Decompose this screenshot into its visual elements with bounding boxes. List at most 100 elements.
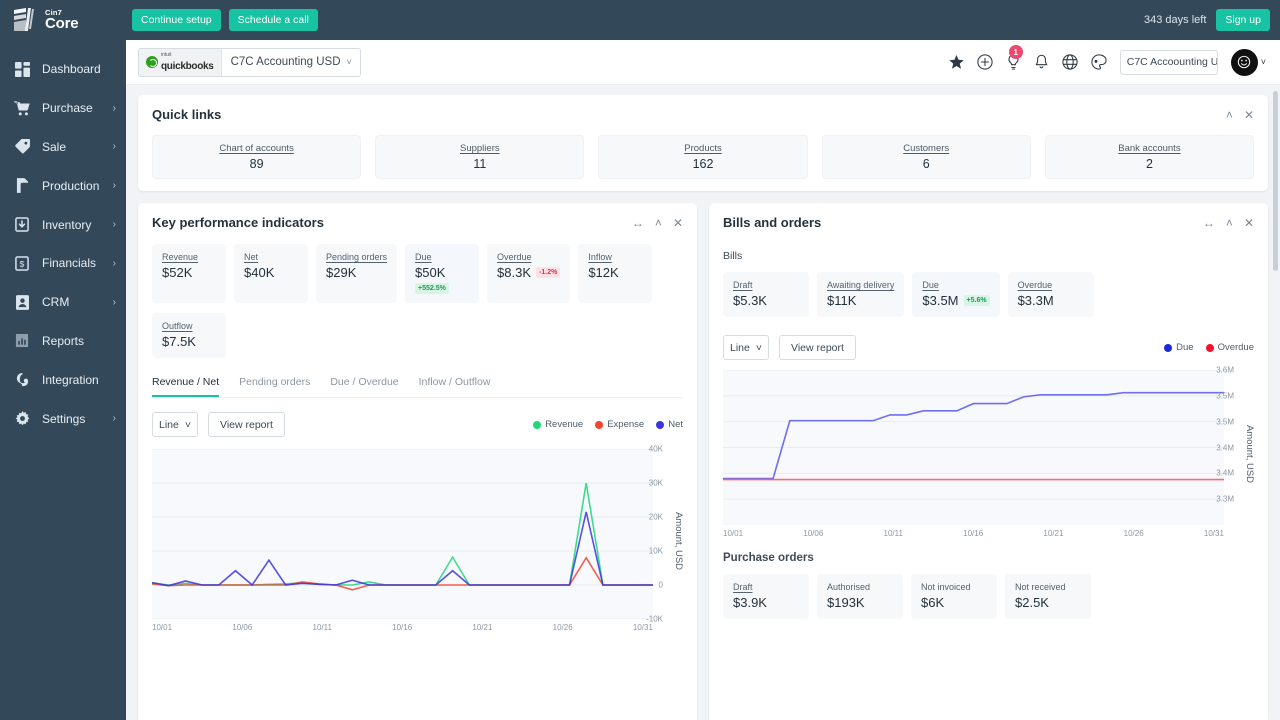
- sidebar-item-crm[interactable]: CRM ›: [0, 283, 126, 322]
- kpi-due[interactable]: Due $50K +552.5%: [405, 244, 480, 303]
- ytick-label: 10K: [648, 546, 663, 556]
- bills-section-label: Bills: [723, 250, 743, 262]
- ytick-label: 30K: [648, 478, 663, 488]
- collapse-icon[interactable]: ˄: [655, 217, 662, 229]
- quick-link-suppliers[interactable]: Suppliers 11: [375, 135, 585, 179]
- tab-inflow-outflow[interactable]: Inflow / Outflow: [419, 376, 491, 397]
- kpi-view-report-button[interactable]: View report: [208, 412, 285, 437]
- kpi-net[interactable]: Net $40K: [234, 244, 308, 303]
- po-not-invoiced[interactable]: Not invoiced $6K: [911, 574, 997, 619]
- legend-dot: [1164, 343, 1173, 352]
- kpi-value: $52K: [162, 265, 193, 280]
- top-bar-right: 343 days left Sign up: [1144, 9, 1270, 31]
- sidebar-item-purchase[interactable]: Purchase ›: [0, 89, 126, 128]
- ytick-label: 3.3M: [1216, 494, 1234, 504]
- xtick-label: 10/31: [1203, 529, 1224, 538]
- tile-label: Bank accounts: [1118, 143, 1181, 154]
- sign-up-button[interactable]: Sign up: [1216, 9, 1270, 31]
- bills-chart-type-select[interactable]: Line ˅: [723, 335, 769, 360]
- po-not-received[interactable]: Not received $2.5K: [1005, 574, 1091, 619]
- schedule-call-button[interactable]: Schedule a call: [228, 9, 318, 31]
- close-icon[interactable]: ✕: [1244, 217, 1254, 229]
- bills-chart[interactable]: 10/01 10/06 10/11 10/16 10/21 10/26 10/31: [723, 370, 1224, 538]
- theme-icon[interactable]: [1091, 54, 1107, 70]
- bill-awaiting-delivery[interactable]: Awaiting delivery $11K: [817, 272, 905, 317]
- brand-logo[interactable]: Cin7 Core: [0, 0, 126, 40]
- kpi-pending-orders[interactable]: Pending orders $29K: [316, 244, 398, 303]
- tile-value: 11: [473, 157, 487, 171]
- collapse-icon[interactable]: ˄: [1226, 109, 1233, 121]
- trial-days-left: 343 days left: [1144, 14, 1207, 26]
- legend-item-due[interactable]: Due: [1164, 342, 1194, 353]
- bill-due[interactable]: Due $3.5M +5.6%: [912, 272, 1000, 317]
- kpi-chart-type-select[interactable]: Line ˅: [152, 412, 198, 437]
- kpi-value: $50K: [415, 265, 446, 280]
- tab-due-overdue[interactable]: Due / Overdue: [330, 376, 398, 397]
- dashboard-icon: [12, 61, 32, 77]
- globe-icon[interactable]: [1062, 54, 1078, 70]
- sidebar-item-inventory[interactable]: Inventory ›: [0, 205, 126, 244]
- quickbooks-connector-select[interactable]: intuit quickbooks C7C Accounting USD ˅: [138, 47, 361, 77]
- sidebar-item-reports[interactable]: Reports: [0, 322, 126, 361]
- sidebar-item-financials[interactable]: $ Financials ›: [0, 244, 126, 283]
- kpi-overdue[interactable]: Overdue $8.3K -1.2%: [487, 244, 571, 303]
- close-icon[interactable]: ✕: [1244, 109, 1254, 121]
- scrollbar-thumb[interactable]: [1273, 91, 1278, 271]
- sidebar: Cin7 Core Dashboard Purchase › Sale › Pr…: [0, 0, 126, 720]
- legend-item-revenue[interactable]: Revenue: [533, 419, 583, 430]
- user-menu[interactable]: ˅: [1230, 48, 1266, 76]
- po-draft[interactable]: Draft $3.9K: [723, 574, 809, 619]
- kpi-label: Inflow: [588, 252, 612, 262]
- quick-link-products[interactable]: Products 162: [598, 135, 808, 179]
- bill-draft[interactable]: Draft $5.3K: [723, 272, 809, 317]
- avatar: [1230, 48, 1258, 76]
- quick-link-customers[interactable]: Customers 6: [821, 135, 1031, 179]
- legend-item-overdue[interactable]: Overdue: [1205, 342, 1254, 353]
- tab-pending-orders[interactable]: Pending orders: [239, 376, 310, 397]
- bill-overdue[interactable]: Overdue $3.3M: [1007, 272, 1094, 317]
- sidebar-item-label: Purchase: [42, 101, 93, 116]
- xtick-label: 10/01: [723, 529, 744, 538]
- chevron-right-icon: ›: [112, 180, 116, 192]
- kpi-value: $3.9K: [733, 595, 767, 610]
- resize-icon[interactable]: ↔: [632, 217, 644, 229]
- kpi-legend: Revenue Expense Net: [533, 419, 683, 430]
- collapse-icon[interactable]: ˄: [1226, 217, 1233, 229]
- organisation-select[interactable]: C7C Accoounting U... ˅: [1119, 49, 1218, 75]
- kpi-label: Revenue: [162, 252, 199, 262]
- legend-dot: [1205, 343, 1214, 352]
- kpi-inflow[interactable]: Inflow $12K: [578, 244, 653, 303]
- legend-item-expense[interactable]: Expense: [595, 419, 644, 430]
- ytick-label: 40K: [648, 444, 663, 454]
- plus-circle-icon[interactable]: [977, 54, 993, 70]
- page-scrollbar[interactable]: [1273, 91, 1278, 720]
- legend-label: Expense: [607, 419, 645, 430]
- sidebar-item-settings[interactable]: Settings ›: [0, 399, 126, 438]
- kpi-outflow[interactable]: Outflow $7.5K: [152, 313, 226, 358]
- star-icon[interactable]: [949, 54, 964, 70]
- kpi-revenue[interactable]: Revenue $52K: [152, 244, 226, 303]
- chevron-down-icon: ˅: [184, 418, 191, 431]
- chevron-right-icon: ›: [112, 141, 116, 153]
- legend-item-net[interactable]: Net: [656, 419, 683, 430]
- resize-icon[interactable]: ↔: [1203, 217, 1215, 229]
- bell-icon[interactable]: [1034, 54, 1049, 70]
- quick-link-chart-of-accounts[interactable]: Chart of accounts 89: [152, 135, 362, 179]
- sidebar-item-sale[interactable]: Sale ›: [0, 128, 126, 167]
- bills-card: Bills and orders ↔ ˄ ✕ Bills Draft $5.3K: [709, 203, 1268, 720]
- kpi-tools: ↔ ˄ ✕: [632, 217, 683, 229]
- quick-link-bank-accounts[interactable]: Bank accounts 2: [1044, 135, 1255, 179]
- sidebar-item-production[interactable]: Production ›: [0, 166, 126, 205]
- po-authorised[interactable]: Authorised $193K: [817, 574, 903, 619]
- close-icon[interactable]: ✕: [673, 217, 683, 229]
- sidebar-item-integration[interactable]: Integration: [0, 360, 126, 399]
- bills-view-report-button[interactable]: View report: [779, 335, 856, 360]
- tab-revenue-net[interactable]: Revenue / Net: [152, 376, 220, 397]
- kpi-chart[interactable]: 10/01 10/06 10/11 10/16 10/21 10/26 10/31: [152, 449, 653, 632]
- brand-text: Cin7 Core: [45, 9, 79, 32]
- sidebar-item-dashboard[interactable]: Dashboard: [0, 50, 126, 89]
- continue-setup-button[interactable]: Continue setup: [132, 9, 221, 31]
- kpi-label: Draft: [733, 280, 753, 290]
- kpi-chart-xaxis: 10/01 10/06 10/11 10/16 10/21 10/26 10/31: [152, 623, 653, 632]
- lightbulb-icon[interactable]: 1: [1006, 45, 1023, 70]
